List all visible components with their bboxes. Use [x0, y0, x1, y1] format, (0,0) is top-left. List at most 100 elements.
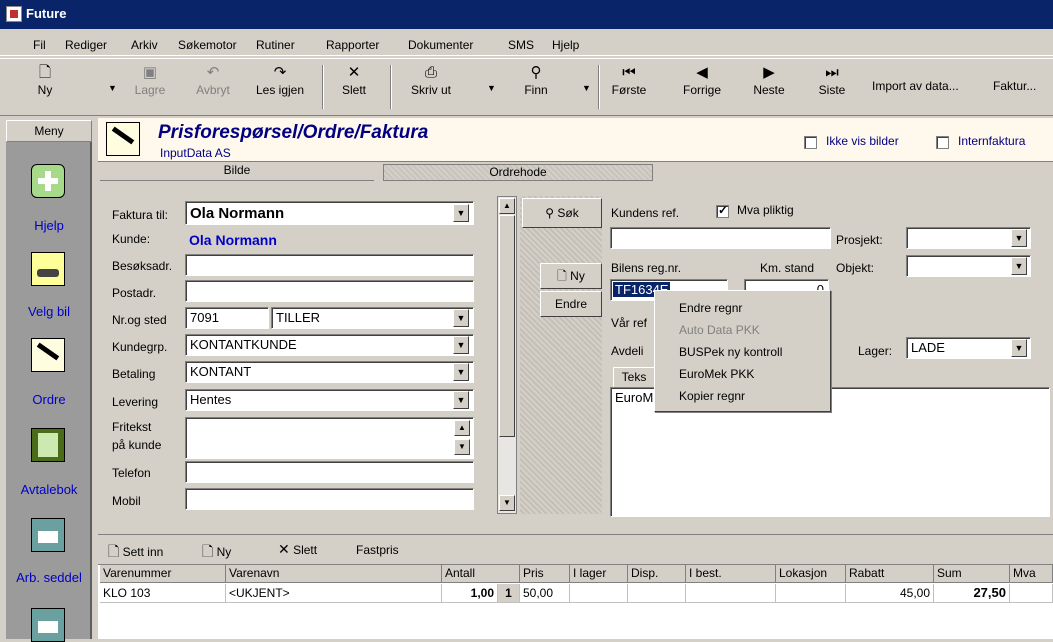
- column-header[interactable]: Rabatt: [846, 565, 934, 583]
- menu-sms[interactable]: SMS: [508, 38, 534, 52]
- printer-icon[interactable]: [31, 518, 65, 552]
- menu-sokemotor[interactable]: Søkemotor: [178, 38, 237, 52]
- cell-antall-unit[interactable]: 1: [498, 584, 520, 603]
- sted-field[interactable]: TILLER: [271, 307, 474, 329]
- menu-rutiner[interactable]: Rutiner: [256, 38, 295, 52]
- cell-mva[interactable]: [1010, 584, 1053, 603]
- tab-bilde[interactable]: Bilde: [100, 163, 374, 181]
- notebook-icon[interactable]: [31, 428, 65, 462]
- car-icon[interactable]: [31, 252, 65, 286]
- cell-i-best[interactable]: [686, 584, 776, 603]
- print-button[interactable]: ⎙ Skriv ut: [404, 63, 458, 97]
- faktura-til-field[interactable]: Ola Normann: [185, 201, 474, 225]
- search-button[interactable]: ⚲ Søk: [522, 198, 602, 228]
- scrollbar-thumb[interactable]: [499, 215, 515, 437]
- column-header[interactable]: Varenummer: [100, 565, 226, 583]
- scroll-down-icon[interactable]: ▼: [499, 495, 515, 511]
- new-line-button[interactable]: 🗋 Ny: [202, 541, 231, 565]
- fritekst-field[interactable]: [185, 417, 474, 459]
- chevron-down-icon[interactable]: ▼: [453, 363, 469, 381]
- sidebar-item-avtalebok[interactable]: Avtalebok: [6, 482, 92, 497]
- fixed-price-button[interactable]: Fastpris: [356, 543, 399, 557]
- chevron-down-icon[interactable]: ▼: [1011, 339, 1027, 357]
- first-button[interactable]: ⏮ Første: [606, 63, 652, 97]
- betaling-field[interactable]: KONTANT: [185, 361, 474, 383]
- column-header[interactable]: Mva: [1010, 565, 1053, 583]
- new-button[interactable]: 🗋 Ny: [30, 63, 60, 97]
- delete-line-button[interactable]: ✕ Slett: [278, 541, 317, 558]
- cell-i-lager[interactable]: [570, 584, 628, 603]
- last-button[interactable]: ⏭ Siste: [812, 63, 852, 97]
- sidebar-item-velg-bil[interactable]: Velg bil: [6, 304, 92, 319]
- column-header[interactable]: I lager: [570, 565, 628, 583]
- menu-rediger[interactable]: Rediger: [65, 38, 107, 52]
- sidebar-item-ordre[interactable]: Ordre: [6, 392, 92, 407]
- plus-icon[interactable]: [31, 164, 65, 198]
- new-customer-button[interactable]: 🗋 Ny: [540, 263, 602, 289]
- postnr-field[interactable]: 7091: [185, 307, 269, 329]
- cancel-button[interactable]: ↶ Avbryt: [190, 63, 236, 97]
- print-dropdown-icon[interactable]: ▼: [487, 83, 496, 93]
- besoksadr-field[interactable]: [185, 254, 474, 276]
- column-header[interactable]: Disp.: [628, 565, 686, 583]
- column-header[interactable]: I best.: [686, 565, 776, 583]
- ikke-vis-bilder-checkbox[interactable]: [804, 136, 817, 149]
- chevron-down-icon[interactable]: ▼: [453, 336, 469, 354]
- column-header[interactable]: Lokasjon: [776, 565, 846, 583]
- cell-antall[interactable]: 1,00: [442, 584, 498, 603]
- sidebar-item-hjelp[interactable]: Hjelp: [6, 218, 92, 233]
- chevron-down-icon[interactable]: ▼: [1011, 257, 1027, 275]
- levering-field[interactable]: Hentes: [185, 389, 474, 411]
- cell-pris[interactable]: 50,00: [520, 584, 570, 603]
- sidebar-item-arb-seddel[interactable]: Arb. seddel: [6, 570, 92, 585]
- context-item-buspek-ny-kontroll[interactable]: BUSPek ny kontroll: [679, 345, 782, 359]
- printer-icon[interactable]: [31, 608, 65, 642]
- internfaktura-checkbox[interactable]: [936, 136, 949, 149]
- menu-fil[interactable]: Fil: [33, 38, 46, 52]
- save-button[interactable]: ▣ Lagre: [128, 63, 172, 97]
- reload-button[interactable]: ↷ Les igjen: [250, 63, 310, 97]
- form-scrollbar[interactable]: ▲ ▼: [497, 196, 517, 514]
- column-header[interactable]: Pris: [520, 565, 570, 583]
- chevron-down-icon[interactable]: ▼: [453, 391, 469, 409]
- scroll-down-icon[interactable]: ▼: [454, 439, 470, 455]
- column-header[interactable]: Sum: [934, 565, 1010, 583]
- menu-arkiv[interactable]: Arkiv: [131, 38, 158, 52]
- cell-varenavn[interactable]: <UKJENT>: [226, 584, 442, 603]
- cell-varenummer[interactable]: KLO 103: [100, 584, 226, 603]
- column-header[interactable]: Antall: [442, 565, 520, 583]
- chevron-down-icon[interactable]: ▼: [1011, 229, 1027, 247]
- menu-dokumenter[interactable]: Dokumenter: [408, 38, 473, 52]
- chevron-down-icon[interactable]: ▼: [453, 309, 469, 327]
- insert-button[interactable]: 🗋 Sett inn: [108, 541, 163, 565]
- mobil-field[interactable]: [185, 488, 474, 510]
- kundens-ref-field[interactable]: [610, 227, 831, 249]
- previous-button[interactable]: ◀ Forrige: [674, 63, 730, 97]
- chevron-down-icon[interactable]: ▼: [453, 204, 469, 222]
- invoice-button[interactable]: Faktur...: [993, 79, 1036, 93]
- scroll-up-icon[interactable]: ▲: [499, 198, 515, 214]
- kundegrp-field[interactable]: KONTANTKUNDE: [185, 334, 474, 356]
- mva-pliktig-checkbox[interactable]: [716, 203, 729, 218]
- telefon-field[interactable]: [185, 461, 474, 483]
- next-button[interactable]: ▶ Neste: [748, 63, 790, 97]
- new-dropdown-icon[interactable]: ▼: [108, 83, 117, 93]
- context-item-auto-data-pkk[interactable]: Auto Data PKK: [679, 323, 760, 337]
- cell-lokasjon[interactable]: [776, 584, 846, 603]
- sidebar-header[interactable]: Meny: [6, 120, 92, 142]
- tab-ordrehode[interactable]: Ordrehode: [383, 164, 653, 181]
- cell-sum[interactable]: 27,50: [934, 584, 1010, 603]
- kunde-value[interactable]: Ola Normann: [189, 232, 277, 248]
- pen-icon[interactable]: [31, 338, 65, 372]
- scroll-up-icon[interactable]: ▲: [454, 420, 470, 436]
- column-header[interactable]: Varenavn: [226, 565, 442, 583]
- context-item-euromek-pkk[interactable]: EuroMek PKK: [679, 367, 754, 381]
- edit-customer-button[interactable]: Endre: [540, 291, 602, 317]
- cell-disp[interactable]: [628, 584, 686, 603]
- cell-rabatt[interactable]: 45,00: [846, 584, 934, 603]
- tab-tekst[interactable]: Teks: [613, 367, 655, 387]
- context-item-kopier-regnr[interactable]: Kopier regnr: [679, 389, 745, 403]
- postadr-field[interactable]: [185, 280, 474, 302]
- menu-rapporter[interactable]: Rapporter: [326, 38, 379, 52]
- import-button[interactable]: Import av data...: [872, 79, 959, 93]
